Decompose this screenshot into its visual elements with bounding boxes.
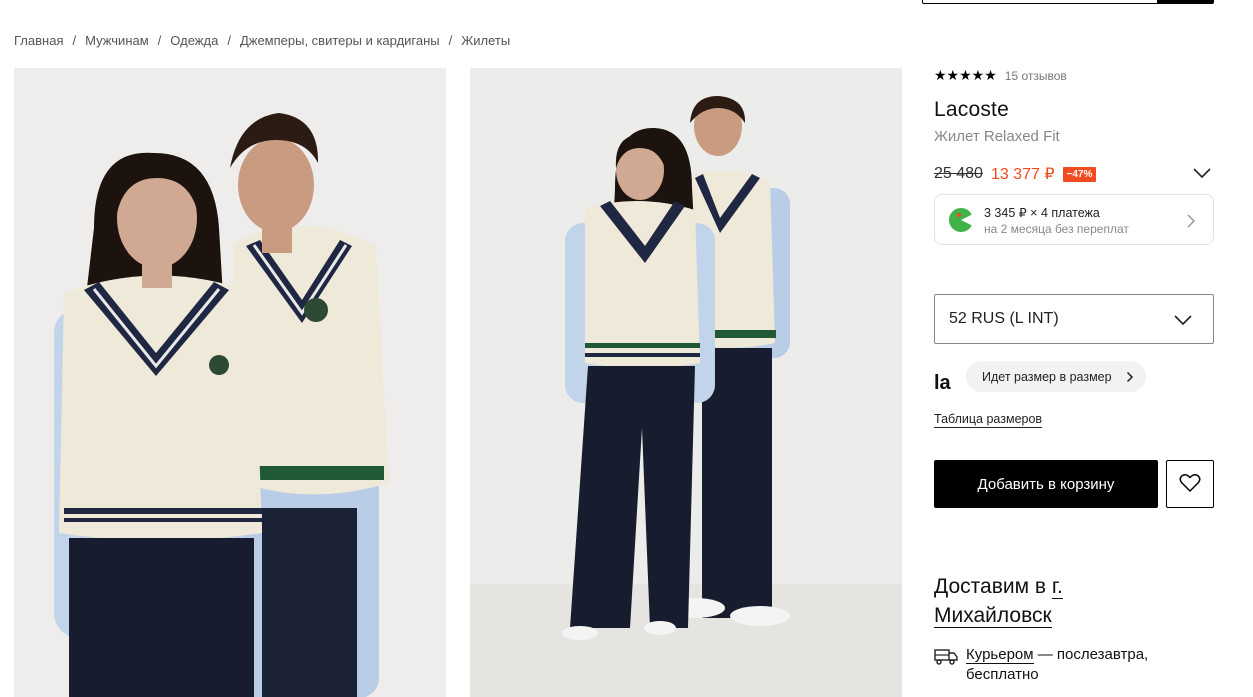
fit-logo: la: [934, 372, 951, 394]
chevron-down-icon[interactable]: [1192, 166, 1212, 185]
add-to-cart-button[interactable]: Добавить в корзину: [934, 460, 1158, 508]
breadcrumb-item-men[interactable]: Мужчинам: [85, 33, 149, 48]
product-name: Жилет Relaxed Fit: [934, 128, 1060, 145]
breadcrumb-item-vests[interactable]: Жилеты: [461, 33, 510, 48]
chevron-right-icon: [1126, 371, 1134, 386]
rating-stars: ★★★★★: [934, 68, 997, 84]
rating[interactable]: ★★★★★ 15 отзывов: [934, 68, 1067, 84]
breadcrumb-item-clothing[interactable]: Одежда: [170, 33, 218, 48]
new-price: 13 377 ₽: [990, 166, 1055, 183]
fit-info-pill[interactable]: Идет размер в размер: [966, 361, 1146, 392]
breadcrumb-item-sweaters[interactable]: Джемперы, свитеры и кардиганы: [240, 33, 440, 48]
courier-delivery-info: Курьером — послезавтра, бесплатно: [966, 645, 1166, 685]
breadcrumb: Главная / Мужчинам / Одежда / Джемперы, …: [14, 33, 510, 48]
breadcrumb-separator: /: [448, 33, 453, 48]
size-table-link[interactable]: Таблица размеров: [934, 412, 1043, 428]
delivery-prefix: Доставим в: [934, 575, 1052, 598]
fit-label: Идет размер в размер: [982, 369, 1112, 384]
courier-link[interactable]: Курьером: [966, 646, 1034, 664]
product-photo-2[interactable]: [470, 68, 902, 697]
heart-icon: [1179, 473, 1201, 496]
delivery-title: Доставим в г. Михайловск: [934, 572, 1134, 630]
size-select[interactable]: 52 RUS (L INT): [934, 294, 1214, 344]
truck-icon: [934, 647, 958, 670]
product-photo-1-illustration: [54, 113, 389, 697]
product-photo-2-illustration: [562, 96, 790, 640]
split-logo-icon: [948, 207, 975, 233]
breadcrumb-separator: /: [72, 33, 77, 48]
reviews-count[interactable]: 15 отзывов: [1005, 69, 1067, 83]
size-selected-value: 52 RUS (L INT): [949, 310, 1059, 327]
discount-badge: −47%: [1062, 166, 1097, 182]
favorite-button[interactable]: [1166, 460, 1214, 508]
old-price: 25 480: [934, 165, 983, 182]
breadcrumb-separator: /: [157, 33, 162, 48]
brand-name[interactable]: Lacoste: [934, 98, 1009, 122]
search-button[interactable]: [1157, 0, 1213, 3]
breadcrumb-item-home[interactable]: Главная: [14, 33, 63, 48]
search-bar[interactable]: [922, 0, 1214, 4]
breadcrumb-separator: /: [227, 33, 231, 48]
price-row: 25 480 13 377 ₽ −47%: [934, 164, 1214, 184]
product-photo-1[interactable]: [14, 68, 446, 697]
chevron-right-icon: [1186, 213, 1196, 234]
installment-card[interactable]: 3 345 ₽ × 4 платежа на 2 месяца без пере…: [934, 194, 1214, 245]
chevron-down-icon: [1173, 313, 1193, 332]
installment-terms: на 2 месяца без переплат: [984, 222, 1129, 236]
installment-amount: 3 345 ₽ × 4 платежа: [984, 206, 1100, 220]
